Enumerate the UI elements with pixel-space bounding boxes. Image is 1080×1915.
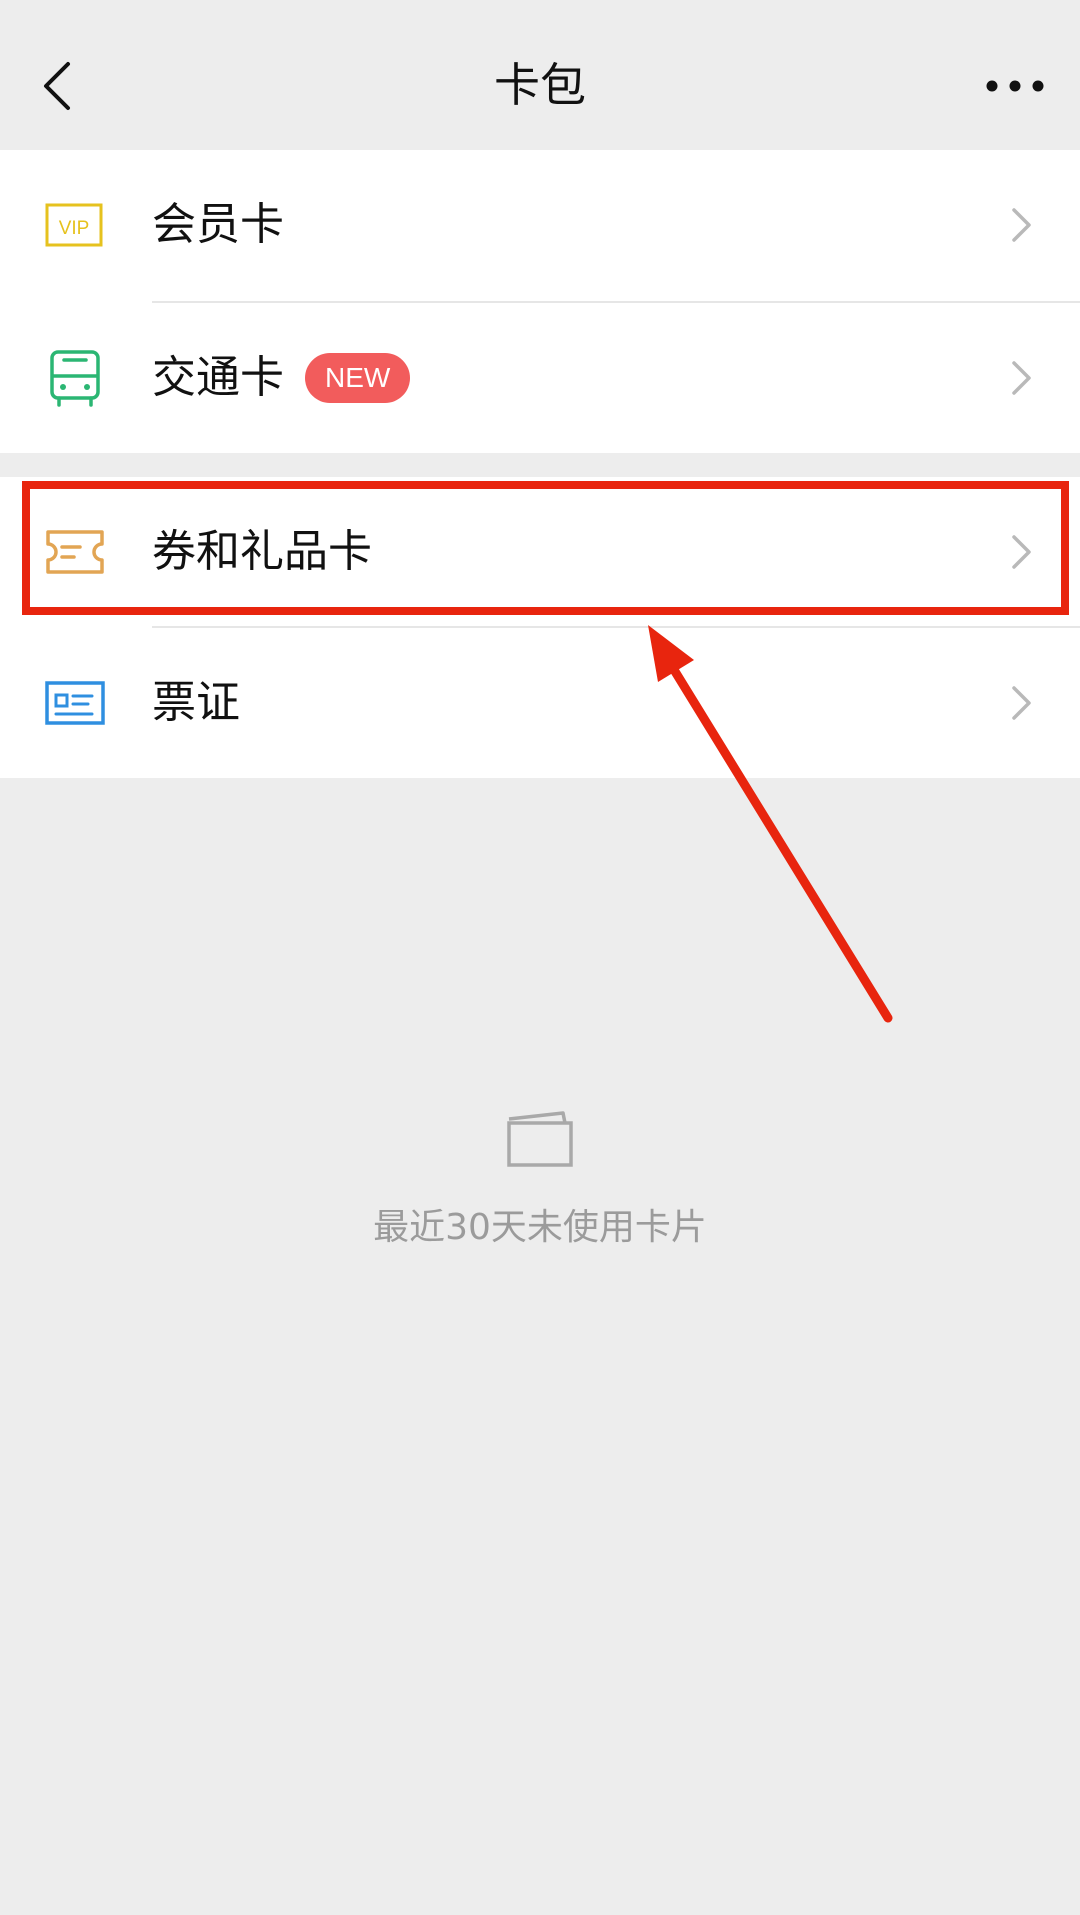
menu-item-coupons-gift-cards[interactable]: 券和礼品卡 bbox=[0, 477, 1080, 627]
menu-item-label: 会员卡 bbox=[152, 199, 284, 250]
chevron-right-icon bbox=[1012, 208, 1031, 242]
menu-item-membership-card[interactable]: VIP 会员卡 bbox=[0, 150, 1080, 300]
menu-item-transit-card[interactable]: 交通卡 NEW bbox=[0, 303, 1080, 453]
more-dots-icon bbox=[986, 80, 1044, 92]
empty-card-icon bbox=[507, 1111, 573, 1167]
more-button[interactable] bbox=[980, 62, 1050, 112]
chevron-right-icon bbox=[1012, 535, 1031, 569]
menu-item-tickets-certificates[interactable]: 票证 bbox=[0, 628, 1080, 778]
vip-icon-text: VIP bbox=[59, 218, 90, 239]
navbar: 卡包 bbox=[0, 0, 1080, 150]
ticket-icon bbox=[46, 530, 104, 574]
menu-item-label: 交通卡 bbox=[152, 352, 284, 403]
vip-card-icon: VIP bbox=[45, 203, 103, 247]
menu-item-label: 券和礼品卡 bbox=[152, 526, 372, 577]
card-group-2: 券和礼品卡 票证 bbox=[0, 477, 1080, 778]
page-title: 卡包 bbox=[494, 58, 586, 112]
chevron-right-icon bbox=[1012, 686, 1031, 720]
chevron-right-icon bbox=[1012, 361, 1031, 395]
card-group-1: VIP 会员卡 交通卡 NEW bbox=[0, 150, 1080, 453]
id-card-icon bbox=[45, 681, 105, 725]
bus-icon bbox=[50, 350, 100, 407]
menu-item-label: 票证 bbox=[152, 677, 240, 728]
new-badge: NEW bbox=[305, 353, 411, 403]
empty-state-text: 最近30天未使用卡片 bbox=[373, 1207, 707, 1248]
